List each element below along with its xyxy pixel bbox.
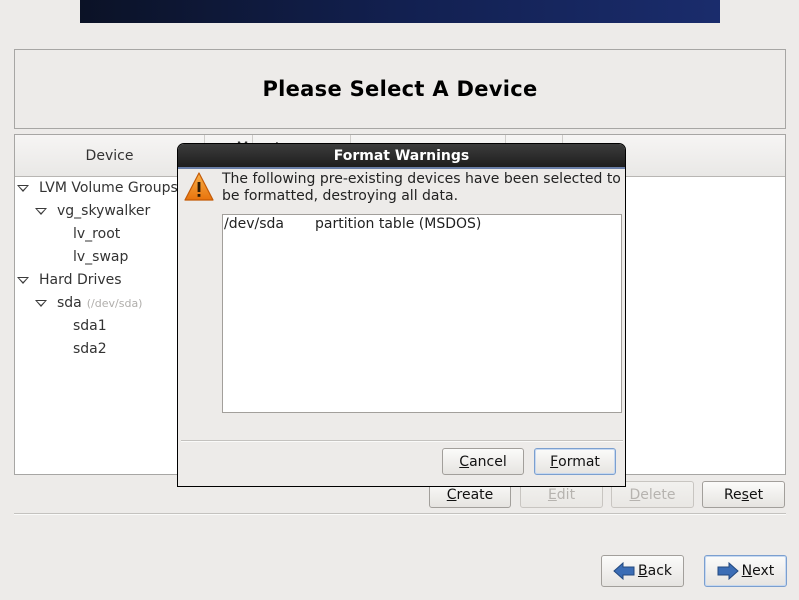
tree-row-sda2[interactable]: sda2 bbox=[73, 338, 107, 360]
tree-row-label: sda bbox=[57, 295, 82, 311]
format-label: ormat bbox=[558, 453, 600, 470]
cancel-mnemonic: C bbox=[459, 453, 470, 470]
tree-row-label: lv_root bbox=[73, 226, 121, 242]
dialog-title-bar[interactable]: Format Warnings bbox=[178, 144, 625, 169]
delete-mnemonic: D bbox=[629, 486, 641, 503]
back-button[interactable]: Back bbox=[601, 555, 684, 587]
tree-row-sda1[interactable]: sda1 bbox=[73, 315, 107, 337]
create-mnemonic: C bbox=[446, 486, 457, 503]
tree-row-label: vg_skywalker bbox=[57, 203, 151, 219]
tree-row-label: LVM Volume Groups bbox=[39, 180, 178, 196]
next-button[interactable]: Next bbox=[704, 555, 787, 587]
reset-mnemonic: s bbox=[741, 486, 749, 503]
tree-row-sublabel: (/dev/sda) bbox=[86, 296, 143, 310]
page-title-box: Please Select A Device bbox=[14, 49, 786, 129]
next-arrow-icon bbox=[717, 562, 739, 580]
page-title: Please Select A Device bbox=[262, 77, 538, 101]
device-format-list[interactable]: /dev/sda partition table (MSDOS) bbox=[222, 214, 622, 413]
tree-row-sda[interactable]: sda (/dev/sda) bbox=[35, 292, 142, 314]
warning-icon bbox=[184, 172, 214, 201]
tree-row-label: sda2 bbox=[73, 341, 107, 357]
tree-row-lv-root[interactable]: lv_root bbox=[73, 223, 120, 245]
delete-label: elete bbox=[640, 486, 676, 503]
tree-row-vg-skywalker[interactable]: vg_skywalker bbox=[35, 200, 150, 222]
format-button[interactable]: Format bbox=[534, 448, 616, 475]
tree-row-hard-drives[interactable]: Hard Drives bbox=[17, 269, 122, 291]
expander-expanded-icon[interactable] bbox=[35, 299, 47, 307]
reset-label: et bbox=[748, 486, 764, 503]
bottom-separator bbox=[14, 513, 786, 515]
tree-row-label: sda1 bbox=[73, 318, 107, 334]
reset-button[interactable]: Re s et bbox=[702, 481, 785, 508]
dialog-title: Format Warnings bbox=[333, 147, 470, 164]
list-item[interactable]: /dev/sda partition table (MSDOS) bbox=[224, 216, 481, 232]
create-label: reate bbox=[456, 486, 494, 503]
format-mnemonic: F bbox=[550, 453, 559, 470]
cancel-label: ancel bbox=[469, 453, 507, 470]
next-mnemonic: N bbox=[741, 563, 753, 579]
format-warnings-dialog: Format Warnings The following pre-existi… bbox=[177, 143, 626, 487]
list-item-description: partition table (MSDOS) bbox=[315, 216, 482, 232]
expander-expanded-icon[interactable] bbox=[35, 207, 47, 215]
expander-expanded-icon[interactable] bbox=[17, 184, 29, 192]
tree-row-label: Hard Drives bbox=[39, 272, 122, 288]
dialog-separator bbox=[181, 440, 623, 442]
expander-expanded-icon[interactable] bbox=[17, 276, 29, 284]
list-item-device: /dev/sda bbox=[224, 216, 284, 232]
edit-label: dit bbox=[556, 486, 576, 503]
next-label: ext bbox=[752, 563, 775, 579]
edit-mnemonic: E bbox=[547, 486, 557, 503]
tree-row-label: lv_swap bbox=[73, 249, 129, 265]
reset-label-pre: Re bbox=[723, 486, 742, 503]
back-mnemonic: B bbox=[638, 563, 648, 579]
back-label: ack bbox=[647, 563, 672, 579]
cancel-button[interactable]: Cancel bbox=[442, 448, 524, 475]
tree-row-lvm-volume-groups[interactable]: LVM Volume Groups bbox=[17, 177, 178, 199]
back-arrow-icon bbox=[613, 562, 635, 580]
header-banner bbox=[80, 0, 720, 23]
dialog-message: The following pre-existing devices have … bbox=[222, 171, 621, 204]
tree-row-lv-swap[interactable]: lv_swap bbox=[73, 246, 128, 268]
